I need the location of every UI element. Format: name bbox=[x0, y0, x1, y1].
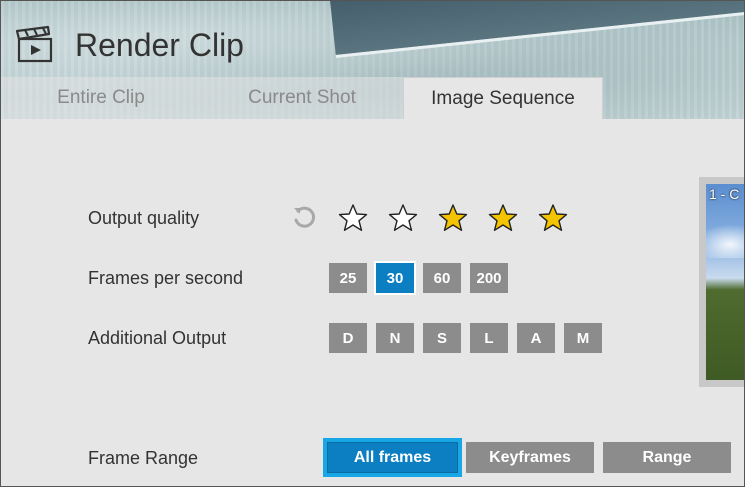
preview-label: 1 - C bbox=[709, 186, 740, 202]
output-a-button[interactable]: A bbox=[517, 323, 555, 353]
all-frames-button[interactable]: All frames bbox=[327, 442, 458, 473]
tab-current-shot[interactable]: Current Shot bbox=[201, 77, 403, 119]
tab-entire-clip[interactable]: Entire Clip bbox=[1, 77, 201, 119]
tab-bar: Entire Clip Current Shot Image Sequence bbox=[1, 77, 744, 119]
star-1-icon[interactable] bbox=[338, 203, 368, 233]
preview-thumbnail[interactable]: 1 - C bbox=[699, 177, 744, 387]
header-backdrop bbox=[328, 1, 744, 58]
output-l-button[interactable]: L bbox=[470, 323, 508, 353]
output-s-button[interactable]: S bbox=[423, 323, 461, 353]
tab-image-sequence[interactable]: Image Sequence bbox=[403, 77, 603, 119]
preview-cloud bbox=[706, 224, 744, 258]
output-quality-label: Output quality bbox=[88, 208, 200, 228]
output-n-button[interactable]: N bbox=[376, 323, 414, 353]
star-3-icon[interactable] bbox=[438, 203, 468, 233]
output-d-button[interactable]: D bbox=[329, 323, 367, 353]
title-row: Render Clip bbox=[15, 23, 244, 67]
fps-200-button[interactable]: 200 bbox=[470, 263, 508, 293]
range-button[interactable]: Range bbox=[603, 442, 731, 473]
fps-label: Frames per second bbox=[88, 268, 244, 288]
fps-25-button[interactable]: 25 bbox=[329, 263, 367, 293]
preview-image: 1 - C bbox=[706, 184, 744, 380]
additional-output-label: Additional Output bbox=[88, 328, 227, 348]
star-5-icon[interactable] bbox=[538, 203, 568, 233]
star-4-icon[interactable] bbox=[488, 203, 518, 233]
render-clip-window: Render Clip Entire Clip Current Shot Ima… bbox=[0, 0, 745, 487]
keyframes-button[interactable]: Keyframes bbox=[466, 442, 594, 473]
reset-icon[interactable] bbox=[291, 205, 317, 231]
clapperboard-icon bbox=[15, 25, 53, 63]
page-title: Render Clip bbox=[75, 26, 244, 63]
output-m-button[interactable]: M bbox=[564, 323, 602, 353]
star-2-icon[interactable] bbox=[388, 203, 418, 233]
fps-30-button[interactable]: 30 bbox=[374, 261, 416, 295]
fps-60-button[interactable]: 60 bbox=[423, 263, 461, 293]
frame-range-label: Frame Range bbox=[88, 448, 199, 468]
tab-bar-spacer bbox=[603, 77, 744, 119]
image-sequence-panel: Output quality Frames per second 25 30 6… bbox=[1, 119, 744, 486]
